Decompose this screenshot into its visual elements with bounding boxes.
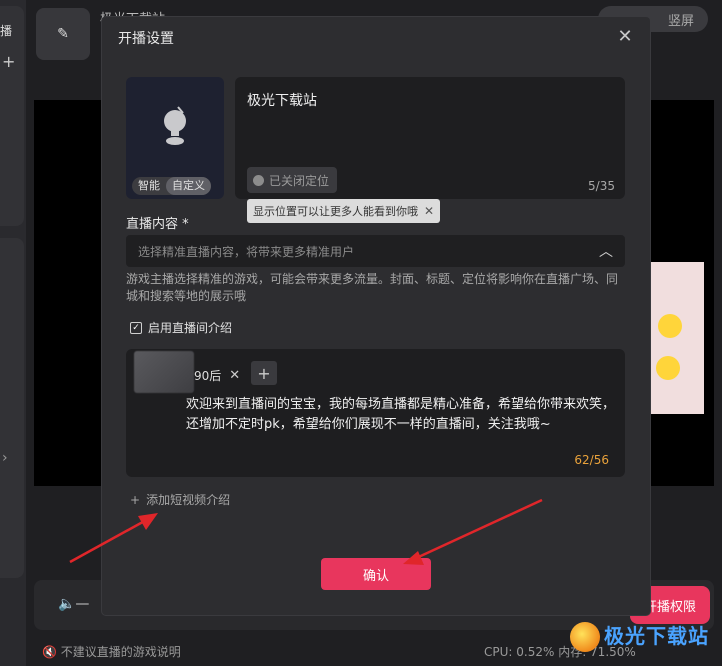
avatar — [134, 351, 194, 393]
stream-title-value: 极光下载站 — [247, 93, 317, 109]
cover-tab-smart[interactable]: 智能 — [132, 177, 166, 195]
content-label: 直播内容 * — [126, 217, 189, 232]
watermark-logo: 极光下载站 — [566, 616, 720, 664]
chevron-up-icon[interactable]: ︿ — [599, 241, 613, 261]
orientation-label: 竖屏 — [667, 13, 694, 29]
location-dot-icon — [253, 174, 264, 186]
intro-char-count: 62/56 — [574, 453, 609, 467]
stream-settings-dialog: 开播设置 ✕ 智能 自定义 极光下载站 已关闭定位 5/35 显示位置可以让更多… — [102, 17, 650, 615]
plus-icon: + — [130, 492, 141, 507]
location-label: 已关闭定位 — [269, 173, 330, 188]
tag-close-icon[interactable]: ✕ — [229, 368, 240, 383]
flower-decoration — [658, 314, 682, 338]
location-tooltip: 显示位置可以让更多人能看到你哦 ✕ — [247, 199, 441, 223]
left-rail-card — [0, 6, 24, 226]
content-placeholder: 选择精准直播内容，将带来更多精准用户 — [138, 244, 355, 259]
edit-icon[interactable]: ✎ — [36, 8, 90, 60]
location-tooltip-text: 显示位置可以让更多人能看到你哦 — [253, 205, 418, 218]
cover-tab-custom[interactable]: 自定义 — [166, 177, 211, 195]
stream-title-input[interactable]: 极光下载站 已关闭定位 5/35 — [235, 77, 625, 199]
add-short-video-button[interactable]: + 添加短视频介绍 — [130, 491, 230, 508]
left-tab-label[interactable]: 播 — [0, 22, 20, 39]
flower-decoration — [656, 356, 680, 380]
tooltip-close-icon[interactable]: ✕ — [424, 204, 434, 218]
add-video-label: 添加短视频介绍 — [146, 493, 231, 507]
confirm-button[interactable]: 确认 — [321, 558, 431, 590]
chevron-right-icon[interactable]: › — [2, 450, 8, 466]
title-char-count: 5/35 — [588, 179, 615, 193]
dialog-title: 开播设置 — [118, 31, 174, 47]
intro-tag-label: 90后 — [194, 368, 222, 383]
add-tag-button[interactable]: + — [251, 361, 277, 385]
volume-icon[interactable]: 🔈— — [58, 596, 89, 612]
cover-mode-tabs: 智能 自定义 — [132, 177, 211, 195]
close-icon[interactable]: ✕ — [614, 25, 636, 47]
enable-intro-checkbox[interactable]: ✓ 启用直播间介绍 — [130, 319, 232, 336]
preview-thumbnail — [648, 262, 704, 414]
location-toggle[interactable]: 已关闭定位 — [247, 167, 338, 193]
watermark-globe-icon — [570, 622, 600, 652]
watermark-text: 极光下载站 — [604, 624, 709, 648]
cover-image[interactable]: 智能 自定义 — [126, 77, 224, 199]
intro-tag: 90后 ✕ — [194, 363, 246, 387]
checkbox-checked-icon[interactable]: ✓ — [130, 321, 142, 334]
cover-placeholder-icon — [164, 106, 186, 145]
intro-text: 欢迎来到直播间的宝宝，我的每场直播都是精心准备，希望给你带来欢笑，还增加不定时p… — [186, 397, 616, 432]
status-text[interactable]: 🔇 不建议直播的游戏说明 — [42, 643, 181, 660]
content-select[interactable]: 选择精准直播内容，将带来更多精准用户 ︿ — [126, 235, 625, 267]
enable-intro-label: 启用直播间介绍 — [148, 321, 233, 335]
status-text-label: 不建议直播的游戏说明 — [60, 645, 181, 659]
intro-textarea[interactable]: 90后 ✕ + 欢迎来到直播间的宝宝，我的每场直播都是精心准备，希望给你带来欢笑… — [126, 349, 625, 477]
left-rail-card-lower — [0, 238, 24, 578]
content-hint: 游戏主播选择精准的游戏，可能会带来更多流量。封面、标题、定位将影响你在直播广场、… — [126, 272, 619, 303]
left-add-icon[interactable]: + — [2, 52, 15, 71]
